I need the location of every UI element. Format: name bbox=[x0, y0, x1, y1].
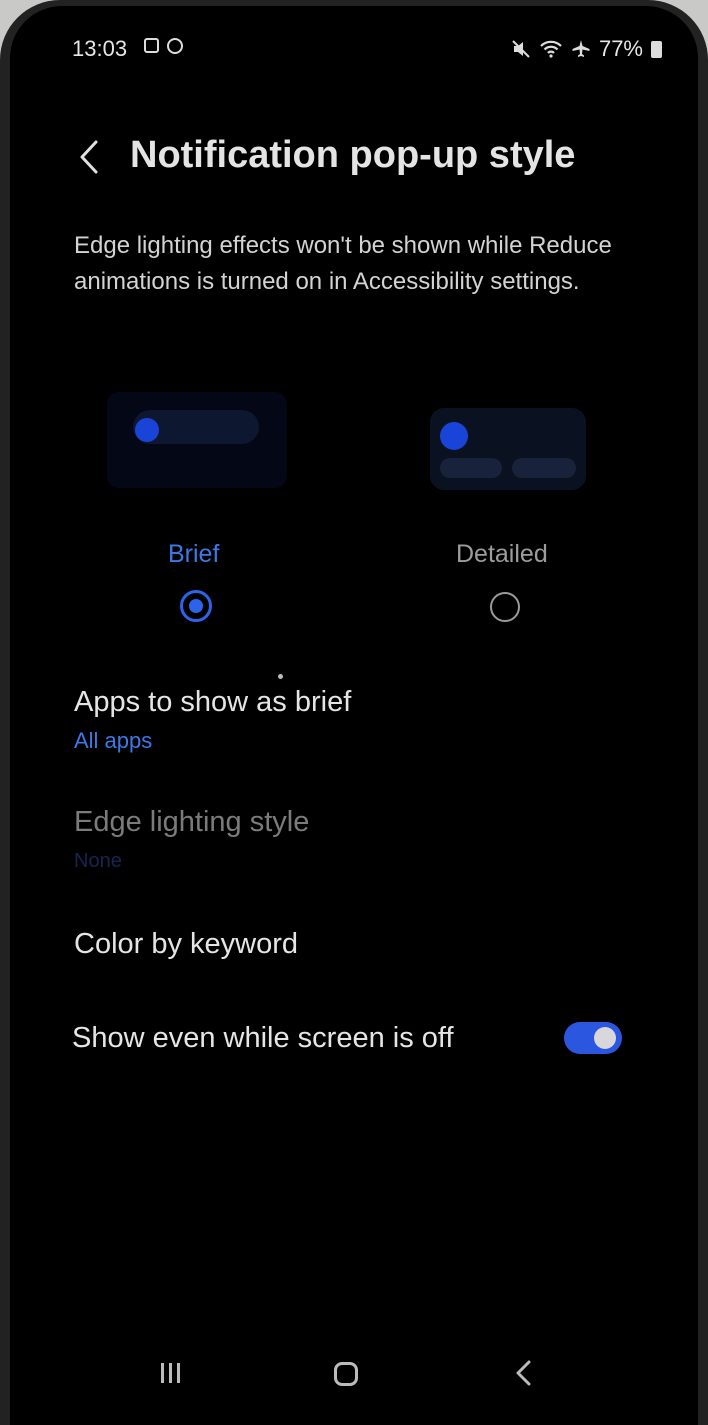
airplane-mode-icon bbox=[572, 40, 590, 57]
screen: 13:03 77% Notification pop-up style Edge… bbox=[10, 6, 698, 1425]
page-title: Notification pop-up style bbox=[130, 134, 576, 176]
preview-dot bbox=[440, 422, 468, 450]
info-description: Edge lighting effects won't be shown whi… bbox=[74, 232, 612, 295]
show-while-screen-off-toggle[interactable] bbox=[564, 1022, 622, 1054]
touch-indicator bbox=[278, 674, 283, 679]
apps-to-show-as-brief-title[interactable]: Apps to show as brief bbox=[74, 686, 351, 719]
toggle-knob bbox=[594, 1027, 616, 1049]
phone-frame: 13:03 77% Notification pop-up style Edge… bbox=[0, 0, 708, 1425]
wifi-icon bbox=[540, 40, 562, 58]
edge-lighting-style-value: None bbox=[74, 850, 122, 872]
status-bar: 13:03 77% bbox=[72, 36, 662, 66]
show-while-screen-off-label[interactable]: Show even while screen is off bbox=[72, 1022, 454, 1055]
recents-line-icon bbox=[176, 1363, 180, 1383]
status-time: 13:03 bbox=[72, 36, 128, 61]
nav-back-button[interactable] bbox=[504, 1348, 544, 1398]
battery-icon bbox=[651, 40, 662, 58]
preview-bar bbox=[440, 458, 502, 478]
detailed-label[interactable]: Detailed bbox=[456, 540, 548, 569]
home-icon bbox=[334, 1362, 358, 1386]
edge-lighting-style-title[interactable]: Edge lighting style bbox=[74, 806, 309, 839]
home-button[interactable] bbox=[316, 1348, 376, 1398]
apps-to-show-as-brief-value: All apps bbox=[74, 728, 153, 753]
recent-apps-button[interactable] bbox=[140, 1348, 200, 1398]
brief-radio-button[interactable] bbox=[180, 590, 212, 622]
color-by-keyword-item[interactable]: Color by keyword bbox=[74, 928, 298, 961]
brief-label[interactable]: Brief bbox=[168, 540, 219, 569]
brief-style-preview[interactable] bbox=[107, 392, 287, 488]
battery-percent: 77% bbox=[598, 36, 643, 61]
app-notification-icon bbox=[167, 38, 183, 54]
back-button[interactable] bbox=[70, 132, 110, 182]
detailed-style-preview[interactable] bbox=[430, 408, 586, 490]
preview-bar bbox=[512, 458, 576, 478]
radio-selected-dot bbox=[189, 599, 203, 613]
preview-dot bbox=[135, 418, 159, 442]
detailed-radio-button[interactable] bbox=[490, 592, 520, 622]
chevron-left-icon bbox=[80, 140, 98, 174]
status-right-icons: 77% bbox=[511, 36, 662, 62]
mute-icon bbox=[512, 40, 530, 58]
recents-line-icon bbox=[168, 1363, 172, 1383]
back-icon bbox=[516, 1360, 531, 1386]
checkbox-notification-icon bbox=[144, 38, 159, 53]
recents-line-icon bbox=[160, 1363, 164, 1383]
status-left-icons bbox=[144, 38, 183, 54]
